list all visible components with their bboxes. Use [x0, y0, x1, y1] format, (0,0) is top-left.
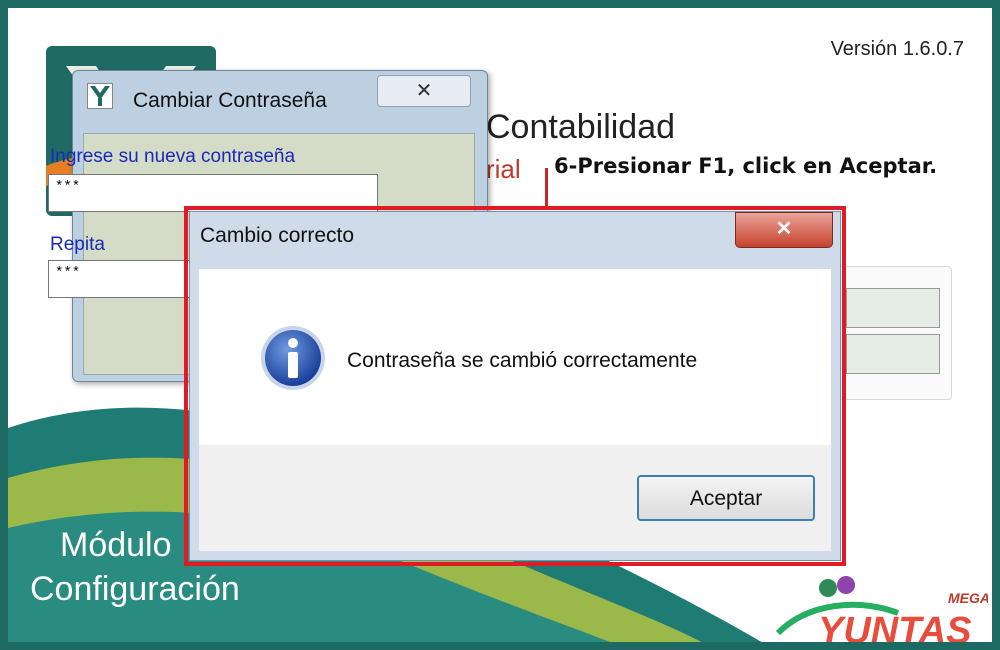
yuntas-text: YUNTAS	[818, 610, 971, 648]
app-subtitle: rial	[486, 154, 521, 184]
highlight-border	[184, 206, 846, 566]
login-field-1[interactable]	[846, 288, 940, 328]
megayuntas-logo: MEGA YUNTAS	[775, 576, 988, 648]
instruction-annotation: 6-Presionar F1, click en Aceptar.	[554, 154, 938, 178]
mega-text: MEGA	[948, 590, 988, 606]
change-password-title: Cambiar Contraseña	[133, 89, 327, 112]
login-panel	[838, 266, 952, 400]
configuration-label: Configuración	[30, 570, 240, 608]
login-field-2[interactable]	[846, 334, 940, 374]
repeat-password-label: Repita	[50, 234, 105, 255]
close-button[interactable]: ✕	[377, 75, 471, 107]
app-icon	[87, 83, 113, 109]
version-label: Versión 1.6.0.7	[830, 38, 964, 60]
app-title: Contabilidad	[486, 108, 676, 146]
annotation-line	[545, 168, 548, 210]
new-password-label: Ingrese su nueva contraseña	[50, 146, 296, 167]
app-window: Versión 1.6.0.7 Contabilidad rial 6-Pres…	[0, 0, 1000, 650]
module-label: Módulo	[60, 526, 172, 564]
